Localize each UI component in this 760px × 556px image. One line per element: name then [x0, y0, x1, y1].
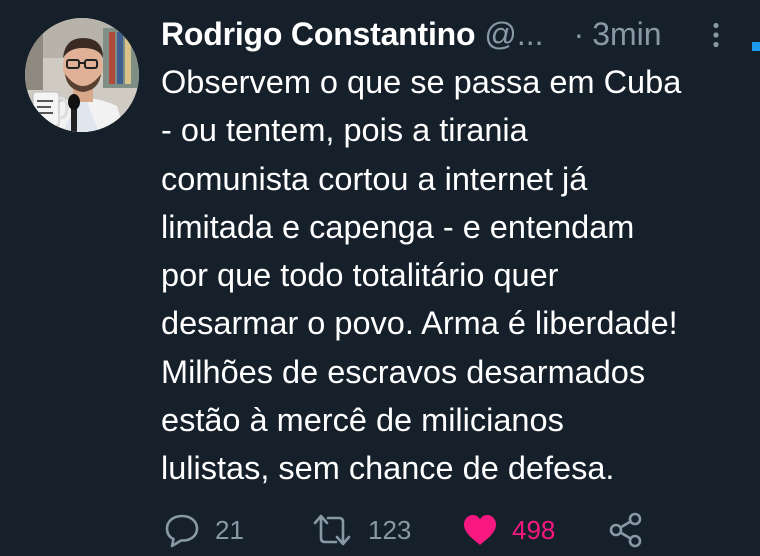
like-count: 498 — [512, 514, 556, 545]
heart-icon — [462, 513, 498, 547]
author-handle[interactable]: @... — [484, 16, 543, 53]
retweet-button[interactable]: 123 — [310, 508, 411, 552]
reply-button[interactable]: 21 — [163, 508, 244, 552]
tweet-text-line: Observem o que se passa em Cuba — [161, 64, 682, 100]
tweet-text-line: estão à mercê de milicianos — [161, 402, 564, 439]
tweet-text-line: - ou tentem, pois a tirania — [161, 112, 528, 149]
author-avatar[interactable] — [25, 18, 139, 132]
tweet-text-line: por que todo totalitário quer — [161, 257, 559, 294]
unread-indicator — [752, 42, 760, 51]
tweet-header: Rodrigo Constantino @... · 3min — [161, 14, 741, 54]
reply-count: 21 — [215, 514, 244, 545]
header-separator: · — [573, 15, 585, 52]
tweet-text-line: desarmar o povo. Arma é liberdade! — [161, 305, 678, 342]
tweet-text-line: lulistas, sem chance de defesa. — [161, 450, 615, 487]
tweet-text-line: Milhões de escravos desarmados — [161, 353, 646, 390]
tweet[interactable]: Rodrigo Constantino @... · 3min Observem… — [0, 0, 760, 556]
tweet-actions: 21 123 498 — [0, 508, 760, 552]
share-icon — [608, 512, 644, 548]
retweet-icon — [310, 512, 354, 548]
tweet-text: Observem o que se passa em Cuba - ou ten… — [161, 58, 746, 493]
tweet-timestamp[interactable]: 3min — [592, 16, 661, 53]
reply-icon — [163, 512, 201, 548]
author-name[interactable]: Rodrigo Constantino — [161, 16, 476, 53]
tweet-text-line: comunista cortou a internet já — [161, 160, 588, 197]
share-button[interactable] — [608, 508, 644, 552]
more-vertical-icon[interactable] — [706, 22, 726, 48]
like-button[interactable]: 498 — [462, 508, 555, 552]
tweet-text-line: limitada e capenga - e entendam — [161, 208, 635, 245]
retweet-count: 123 — [368, 514, 412, 545]
